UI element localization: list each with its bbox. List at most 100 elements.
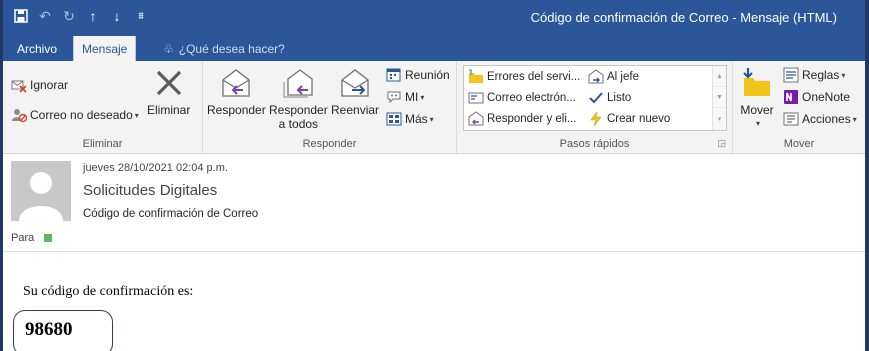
quick-step-label: Correo electrón... — [487, 92, 576, 104]
body-text: Su código de confirmación es: — [23, 284, 194, 299]
folder-icon — [468, 69, 484, 85]
quick-step-label: Al jefe — [607, 71, 639, 83]
chevron-down-icon: ▾ — [420, 92, 425, 102]
message-header: jueves 28/10/2021 02:04 p.m. Solicitudes… — [3, 155, 865, 252]
reply-all-label-1: Responder — [269, 103, 328, 117]
message-date: jueves 28/10/2021 02:04 p.m. — [83, 162, 228, 174]
delete-button[interactable]: Eliminar — [147, 65, 190, 117]
actions-label: Acciones — [802, 112, 851, 126]
reply-icon — [218, 65, 254, 101]
checkmark-icon — [588, 90, 604, 106]
quick-step-crear-nuevo[interactable]: Crear nuevo — [588, 111, 670, 127]
group-responder: Responder Responder a todos Reenviar Reu… — [203, 61, 457, 154]
quick-step-label: Crear nuevo — [607, 113, 671, 125]
quick-step-label: Responder y eli... — [487, 113, 577, 125]
tell-me-text: ¿Qué desea hacer? — [178, 41, 285, 56]
group-eliminar: Ignorar Correo no deseado ▾ Eliminar Eli… — [3, 61, 203, 154]
reply-button[interactable]: Responder — [207, 65, 266, 117]
quick-steps-gallery: Errores del servi... Correo electrón... … — [463, 65, 727, 131]
forward-button[interactable]: Reenviar — [331, 65, 379, 117]
quick-step-responder-eliminar[interactable]: Responder y eli... — [468, 111, 577, 127]
ignore-label: Ignorar — [30, 78, 69, 92]
chevron-down-icon: ▾ — [134, 110, 139, 120]
onenote-label: OneNote — [802, 90, 851, 104]
to-line: Para — [11, 232, 53, 244]
lightbulb-icon: ♧ — [163, 41, 174, 56]
onenote-icon — [783, 89, 799, 105]
ignore-button[interactable]: Ignorar — [11, 77, 68, 93]
tab-message[interactable]: Mensaje — [73, 36, 137, 61]
im-button[interactable]: MI ▾ — [386, 89, 424, 105]
rules-icon — [783, 67, 799, 83]
window-title: Código de confirmación de Correo - Mensa… — [530, 10, 837, 25]
junk-mail-icon — [11, 107, 27, 123]
im-label: MI — [405, 90, 419, 104]
reply-all-button[interactable]: Responder a todos — [269, 65, 328, 131]
save-icon[interactable] — [9, 6, 33, 26]
scroll-up-icon[interactable]: ▲ — [713, 66, 726, 87]
redo-icon[interactable]: ↻ — [57, 6, 81, 26]
quick-step-label: Errores del servi... — [487, 71, 581, 83]
delete-icon — [151, 65, 187, 101]
chevron-down-icon: ▾ — [852, 114, 857, 124]
group-label-eliminar: Eliminar — [82, 138, 123, 150]
rules-button[interactable]: Reglas ▾ — [783, 67, 845, 83]
move-folder-icon — [739, 65, 775, 101]
arrow-down-icon[interactable]: ↓ — [105, 6, 129, 26]
meeting-button[interactable]: Reunión — [386, 67, 450, 83]
forward-label: Reenviar — [331, 103, 380, 117]
actions-button[interactable]: Acciones ▾ — [783, 111, 857, 127]
more-button[interactable]: Más ▾ — [386, 111, 434, 127]
actions-icon — [783, 111, 799, 127]
quick-step-correo[interactable]: Correo electrón... — [468, 90, 576, 106]
dialog-launcher-icon[interactable]: ◲ — [717, 138, 726, 149]
message-body: Su código de confirmación es: 98680 — [3, 253, 865, 351]
expand-gallery-icon[interactable]: ▾ — [713, 108, 726, 129]
title-bar: ↶ ↻ ↑ ↓ ⩩ Código de confirmación de Corr… — [3, 0, 865, 36]
arrow-up-icon[interactable]: ↑ — [81, 6, 105, 26]
group-label-responder: Responder — [302, 138, 357, 150]
avatar[interactable] — [11, 161, 71, 221]
meeting-label: Reunión — [405, 68, 450, 82]
meeting-icon — [386, 67, 402, 83]
quick-step-errores[interactable]: Errores del servi... — [468, 69, 580, 85]
reply-all-icon — [280, 65, 316, 101]
undo-icon[interactable]: ↶ — [33, 6, 57, 26]
email-icon — [468, 90, 484, 106]
tell-me-box[interactable]: ♧ ¿Qué desea hacer? — [155, 36, 293, 61]
im-icon — [386, 89, 402, 105]
move-button[interactable]: Mover ▾ — [739, 65, 775, 131]
junk-button[interactable]: Correo no deseado ▾ — [11, 107, 139, 123]
rules-label: Reglas — [802, 68, 840, 82]
group-label-mover: Mover — [783, 138, 815, 150]
sender-name[interactable]: Solicitudes Digitales — [83, 182, 217, 199]
tab-file[interactable]: Archivo — [9, 36, 65, 61]
ribbon-tabs: Archivo Mensaje ♧ ¿Qué desea hacer? — [3, 36, 865, 61]
quick-steps-scrollbar[interactable]: ▲ ▼ ▾ — [712, 66, 726, 130]
group-label-pasos-rapidos: Pasos rápidos — [559, 138, 630, 150]
ignore-icon — [11, 77, 27, 93]
presence-indicator[interactable] — [44, 234, 53, 242]
quick-step-listo[interactable]: Listo — [588, 90, 631, 106]
message-subject: Código de confirmación de Correo — [83, 208, 259, 220]
more-label: Más — [405, 112, 428, 126]
customize-icon[interactable]: ⩩ — [129, 6, 153, 26]
scroll-down-icon[interactable]: ▼ — [713, 87, 726, 108]
forward-icon — [337, 65, 373, 101]
delete-label: Eliminar — [147, 103, 191, 117]
reply-delete-icon — [468, 111, 484, 127]
chevron-down-icon: ▾ — [429, 114, 434, 124]
to-label: Para — [11, 232, 35, 244]
outlook-message-window: ↶ ↻ ↑ ↓ ⩩ Código de confirmación de Corr… — [0, 0, 869, 351]
forward-to-boss-icon — [588, 69, 604, 85]
onenote-button[interactable]: OneNote — [783, 89, 850, 105]
reply-label: Responder — [207, 103, 266, 117]
chevron-down-icon: ▾ — [755, 119, 760, 128]
move-label: Mover — [740, 103, 774, 117]
lightning-icon — [588, 111, 604, 127]
confirmation-code: 98680 — [25, 319, 73, 340]
group-mover: Mover ▾ Reglas ▾ OneNote Acciones ▾ Move… — [733, 61, 865, 154]
window-border-right — [865, 0, 869, 351]
chevron-down-icon: ▾ — [841, 70, 846, 80]
quick-step-al-jefe[interactable]: Al jefe — [588, 69, 639, 85]
